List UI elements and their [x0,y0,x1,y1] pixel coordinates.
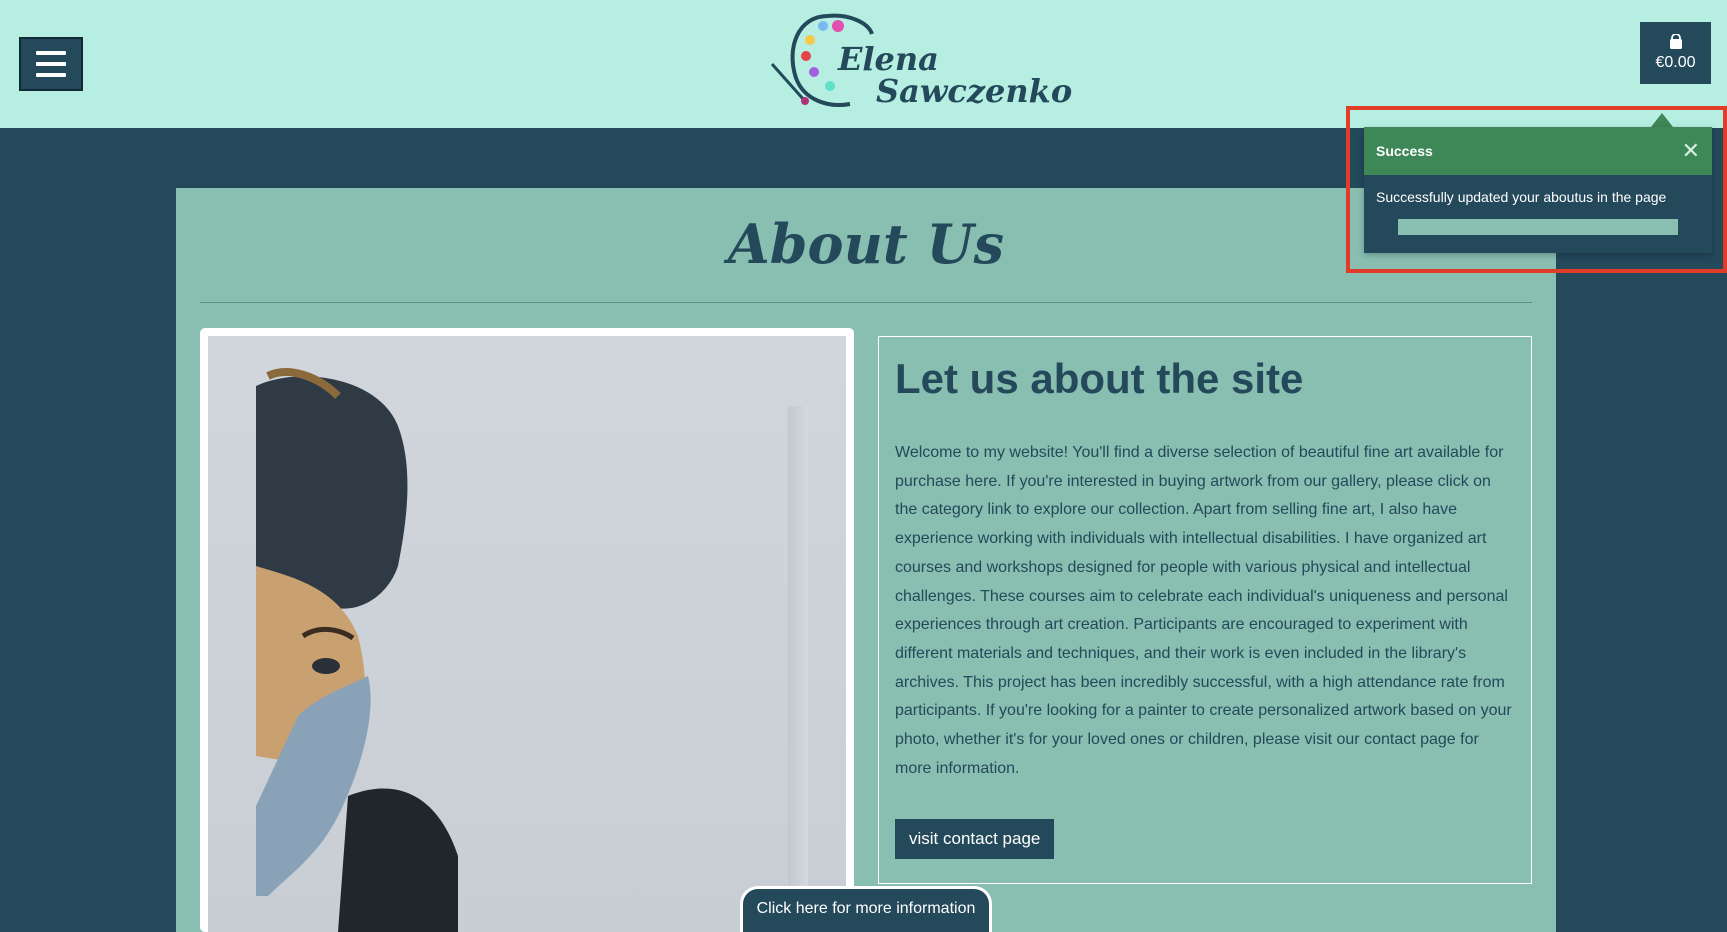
cart-total: €0.00 [1655,54,1696,71]
site-logo[interactable]: Elena Sawczenko [768,8,1072,118]
visit-contact-page-button[interactable]: visit contact page [895,819,1055,860]
more-info-button[interactable]: Click here for more information [740,886,992,932]
about-section: About Us Let us about the site Welcome t… [176,188,1556,932]
toast-progress-bar [1398,219,1678,235]
logo-last-name: Sawczenko [876,72,1073,110]
portrait-illustration [256,368,458,932]
menu-bar-icon [36,62,66,66]
shopping-bag-icon [1669,34,1682,49]
toast-title: Success [1376,143,1433,159]
painting-image [208,336,846,932]
cart-button[interactable]: €0.00 [1640,22,1711,84]
card-body-text: Welcome to my website! You'll find a div… [895,444,1512,777]
hamburger-menu-button[interactable] [19,37,83,91]
card-heading: Let us about the site [895,355,1304,402]
toast-message: Successfully updated your aboutus in the… [1376,189,1667,205]
success-toast: Success ✕ Successfully updated your abou… [1364,127,1712,253]
menu-bar-icon [36,73,66,77]
toast-header: Success ✕ [1364,127,1712,175]
toast-pointer [1651,113,1673,127]
about-text-card: Let us about the site Welcome to my webs… [878,336,1532,884]
title-divider [200,302,1532,303]
painting-frame [200,328,854,932]
close-icon[interactable]: ✕ [1682,140,1700,162]
menu-bar-icon [36,51,66,55]
